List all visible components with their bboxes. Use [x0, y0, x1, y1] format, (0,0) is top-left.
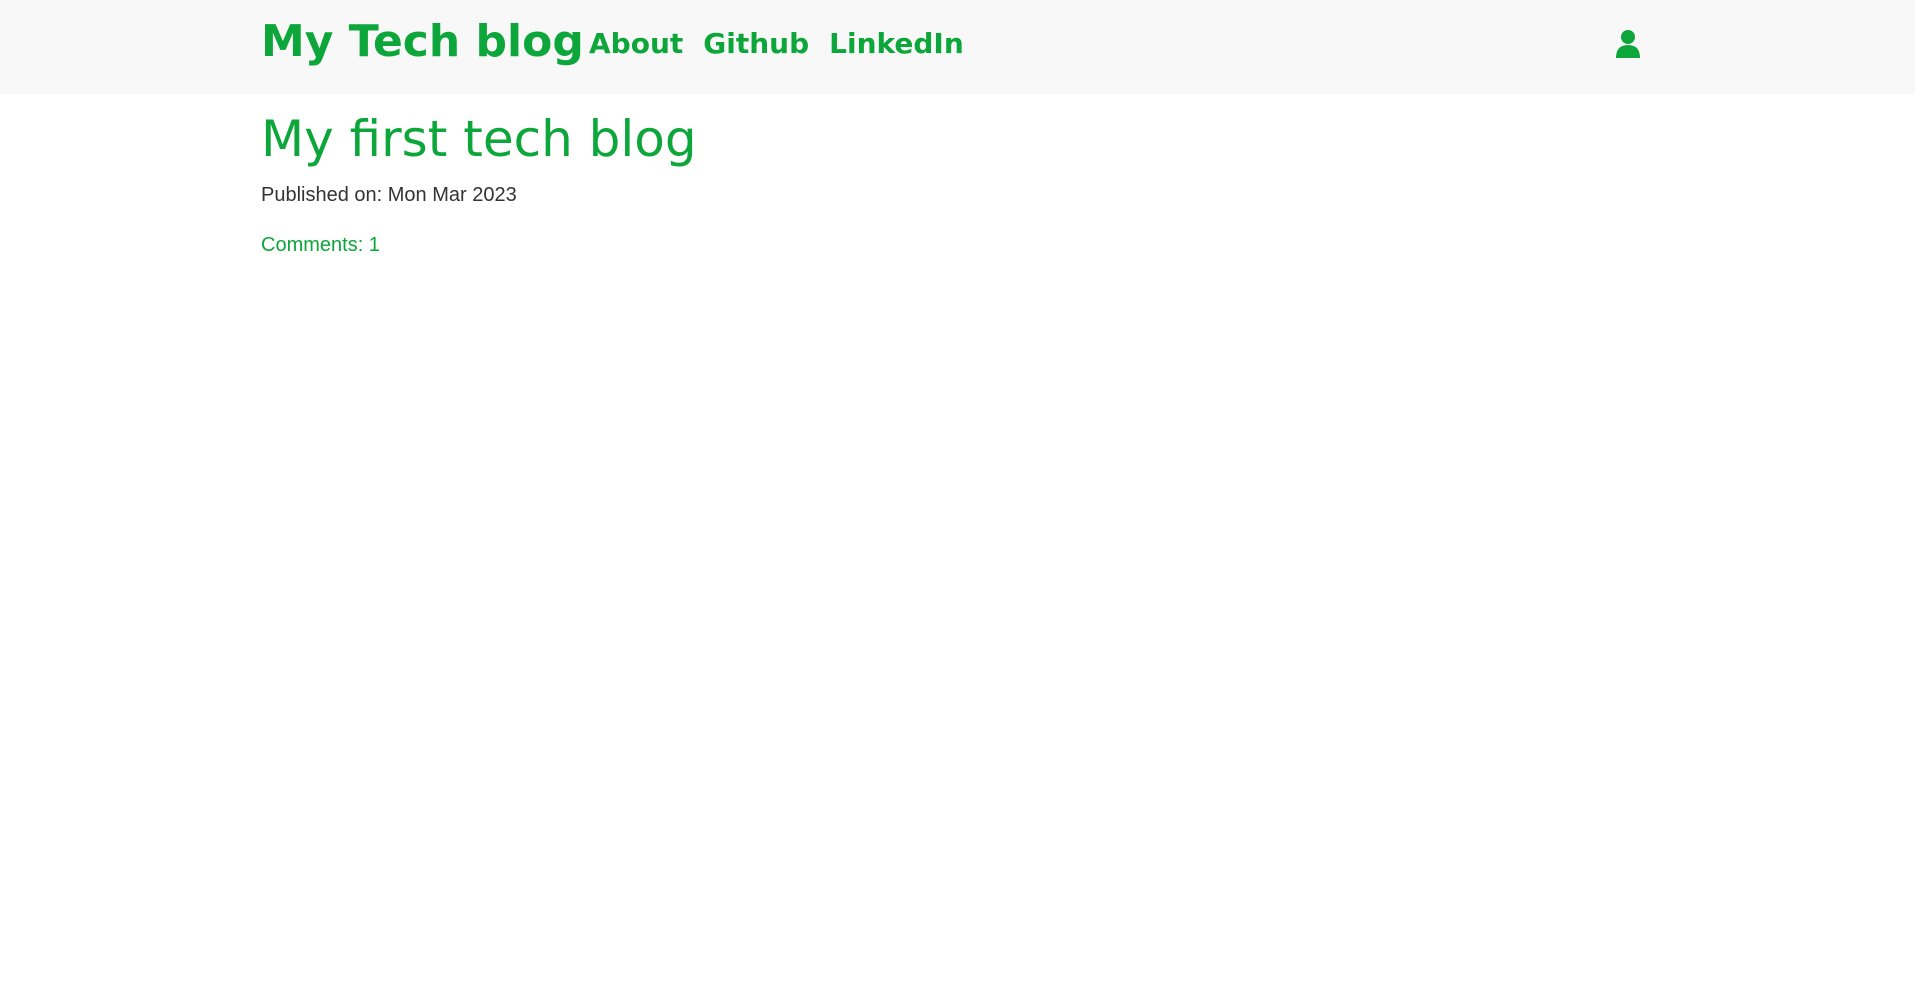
comments-link[interactable]: Comments: 1 — [261, 232, 380, 258]
nav-link-linkedin[interactable]: LinkedIn — [829, 24, 964, 64]
user-icon-graphic — [1616, 30, 1640, 58]
navbar: My Tech blog About Github LinkedIn — [0, 0, 1915, 94]
published-date: Published on: Mon Mar 2023 — [261, 184, 517, 206]
nav-link-github[interactable]: Github — [703, 24, 809, 64]
nav-links: About Github LinkedIn — [589, 24, 964, 64]
site-brand-link[interactable]: My Tech blog — [261, 14, 584, 70]
post-title: My first tech blog — [261, 110, 697, 168]
blog-post: My first tech blog Published on: Mon Mar… — [261, 106, 697, 258]
user-icon[interactable] — [1615, 29, 1641, 59]
nav-link-about[interactable]: About — [589, 24, 683, 64]
